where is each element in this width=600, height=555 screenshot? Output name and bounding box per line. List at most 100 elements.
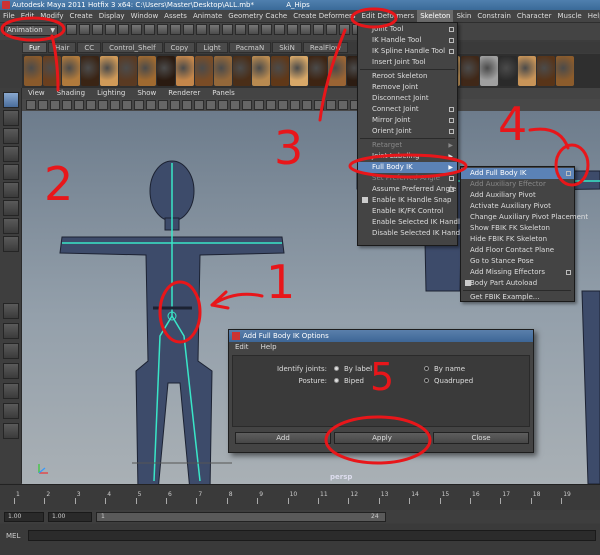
shelf-tab-pacman[interactable]: PacmaN bbox=[228, 42, 272, 53]
viewport-panel-icon[interactable] bbox=[302, 100, 312, 110]
lasso-tool-icon[interactable] bbox=[3, 110, 19, 126]
by-label-radio[interactable] bbox=[334, 366, 339, 371]
apply-button[interactable]: Apply bbox=[334, 432, 430, 444]
status-tool-icon[interactable] bbox=[222, 24, 233, 35]
menu-constrain[interactable]: Constrain bbox=[474, 10, 514, 22]
menu-item-go-to-stance-pose[interactable]: Go to Stance Pose bbox=[461, 256, 574, 267]
shelf-hair-icon[interactable] bbox=[556, 56, 574, 86]
shelf-tab-fur[interactable]: Fur bbox=[22, 42, 47, 53]
status-tool-icon[interactable] bbox=[196, 24, 207, 35]
shelf-tab-control-shelf[interactable]: Control_Shelf bbox=[102, 42, 163, 53]
viewport-panel-icon[interactable] bbox=[194, 100, 204, 110]
menu-item-joint-labeling[interactable]: Joint Labeling ▶ bbox=[358, 151, 457, 162]
menu-item-enable-ik-handle-snap[interactable]: Enable IK Handle Snap bbox=[358, 195, 457, 206]
menu-assets[interactable]: Assets bbox=[161, 10, 190, 22]
scale-tool-icon[interactable] bbox=[3, 182, 19, 198]
viewport-panel-icon[interactable] bbox=[254, 100, 264, 110]
status-tool-icon[interactable] bbox=[66, 24, 77, 35]
viewport-panel-icon[interactable] bbox=[182, 100, 192, 110]
menu-item-add-full-body-ik[interactable]: Add Full Body IK bbox=[461, 168, 574, 179]
shelf-hair-icon[interactable] bbox=[24, 56, 42, 86]
shelf-hair-icon[interactable] bbox=[271, 56, 289, 86]
option-box-icon[interactable] bbox=[566, 270, 571, 275]
viewport-panel-icon[interactable] bbox=[326, 100, 336, 110]
status-tool-icon[interactable] bbox=[287, 24, 298, 35]
status-tool-icon[interactable] bbox=[144, 24, 155, 35]
layout-custom-icon[interactable] bbox=[3, 423, 19, 439]
status-tool-icon[interactable] bbox=[300, 24, 311, 35]
status-tool-icon[interactable] bbox=[313, 24, 324, 35]
viewport-menu-panels[interactable]: Panels bbox=[206, 88, 241, 99]
quadruped-radio[interactable] bbox=[424, 378, 429, 383]
viewport-panel-icon[interactable] bbox=[230, 100, 240, 110]
biped-radio[interactable] bbox=[334, 378, 339, 383]
menu-item-disable-selected-ik-handles[interactable]: Disable Selected IK Handles bbox=[358, 228, 470, 239]
playback-start-field[interactable]: 1.00 bbox=[48, 512, 92, 522]
shelf-hair-icon[interactable] bbox=[252, 56, 270, 86]
layout-persp-icon[interactable] bbox=[3, 343, 19, 359]
shelf-hair-icon[interactable] bbox=[62, 56, 80, 86]
viewport-panel-icon[interactable] bbox=[170, 100, 180, 110]
viewport-menu-shading[interactable]: Shading bbox=[51, 88, 91, 99]
menu-item-insert-joint-tool[interactable]: Insert Joint Tool bbox=[358, 57, 457, 68]
status-tool-icon[interactable] bbox=[326, 24, 337, 35]
range-slider-bar[interactable]: 1 24 bbox=[96, 512, 386, 522]
status-tool-icon[interactable] bbox=[118, 24, 129, 35]
viewport-panel-icon[interactable] bbox=[134, 100, 144, 110]
shelf-tab-copy[interactable]: Copy bbox=[163, 42, 196, 53]
viewport-panel-icon[interactable] bbox=[26, 100, 36, 110]
command-input[interactable] bbox=[28, 530, 596, 541]
shelf-hair-icon[interactable] bbox=[138, 56, 156, 86]
option-box-icon[interactable] bbox=[449, 118, 454, 123]
status-tool-icon[interactable] bbox=[235, 24, 246, 35]
status-tool-icon[interactable] bbox=[79, 24, 90, 35]
menu-item-show-fbik-fk-skeleton[interactable]: Show FBIK FK Skeleton bbox=[461, 223, 574, 234]
soft-mod-icon[interactable] bbox=[3, 218, 19, 234]
move-tool-icon[interactable] bbox=[3, 146, 19, 162]
viewport-panel-icon[interactable] bbox=[242, 100, 252, 110]
menu-item-set-preferred-angle[interactable]: Set Preferred Angle bbox=[358, 173, 457, 184]
viewport-panel-icon[interactable] bbox=[290, 100, 300, 110]
menu-window[interactable]: Window bbox=[128, 10, 162, 22]
menu-item-disconnect-joint[interactable]: Disconnect Joint bbox=[358, 93, 457, 104]
layout-hypershade-icon[interactable] bbox=[3, 403, 19, 419]
menu-item-body-part-autoload[interactable]: Body Part Autoload bbox=[461, 278, 574, 289]
status-tool-icon[interactable] bbox=[261, 24, 272, 35]
menu-item-mirror-joint[interactable]: Mirror Joint bbox=[358, 115, 457, 126]
status-tool-icon[interactable] bbox=[170, 24, 181, 35]
shelf-hair-icon[interactable] bbox=[214, 56, 232, 86]
viewport-panel-icon[interactable] bbox=[38, 100, 48, 110]
by-name-radio[interactable] bbox=[424, 366, 429, 371]
menu-item-reroot-skeleton[interactable]: Reroot Skeleton bbox=[358, 71, 457, 82]
viewport-menu-show[interactable]: Show bbox=[131, 88, 162, 99]
viewport-panel-icon[interactable] bbox=[206, 100, 216, 110]
last-tool-icon[interactable] bbox=[3, 236, 19, 252]
viewport-menu-lighting[interactable]: Lighting bbox=[91, 88, 131, 99]
shelf-hair-icon[interactable] bbox=[176, 56, 194, 86]
shelf-hair-icon[interactable] bbox=[119, 56, 137, 86]
menu-item-connect-joint[interactable]: Connect Joint bbox=[358, 104, 457, 115]
status-tool-icon[interactable] bbox=[105, 24, 116, 35]
shelf-hair-icon[interactable] bbox=[233, 56, 251, 86]
viewport-panel-icon[interactable] bbox=[122, 100, 132, 110]
rotate-tool-icon[interactable] bbox=[3, 164, 19, 180]
shelf-tab-hair[interactable]: Hair bbox=[47, 42, 77, 53]
option-box-icon[interactable] bbox=[566, 171, 571, 176]
menu-modify[interactable]: Modify bbox=[37, 10, 66, 22]
option-box-icon[interactable] bbox=[449, 129, 454, 134]
shelf-hair-icon[interactable] bbox=[537, 56, 555, 86]
menu-file[interactable]: File bbox=[0, 10, 18, 22]
viewport-panel-icon[interactable] bbox=[74, 100, 84, 110]
shelf-hair-icon[interactable] bbox=[518, 56, 536, 86]
viewport-panel-icon[interactable] bbox=[50, 100, 60, 110]
option-box-icon[interactable] bbox=[449, 107, 454, 112]
shelf-tab-cc[interactable]: CC bbox=[77, 42, 102, 53]
add-button[interactable]: Add bbox=[235, 432, 331, 444]
menu-muscle[interactable]: Muscle bbox=[554, 10, 584, 22]
status-tool-icon[interactable] bbox=[339, 24, 350, 35]
shelf-hair-icon[interactable] bbox=[461, 56, 479, 86]
shelf-hair-icon[interactable] bbox=[43, 56, 61, 86]
menu-item-add-missing-effectors[interactable]: Add Missing Effectors bbox=[461, 267, 574, 278]
option-box-icon[interactable] bbox=[449, 27, 454, 32]
menu-item-hide-fbik-fk-skeleton[interactable]: Hide FBIK FK Skeleton bbox=[461, 234, 574, 245]
